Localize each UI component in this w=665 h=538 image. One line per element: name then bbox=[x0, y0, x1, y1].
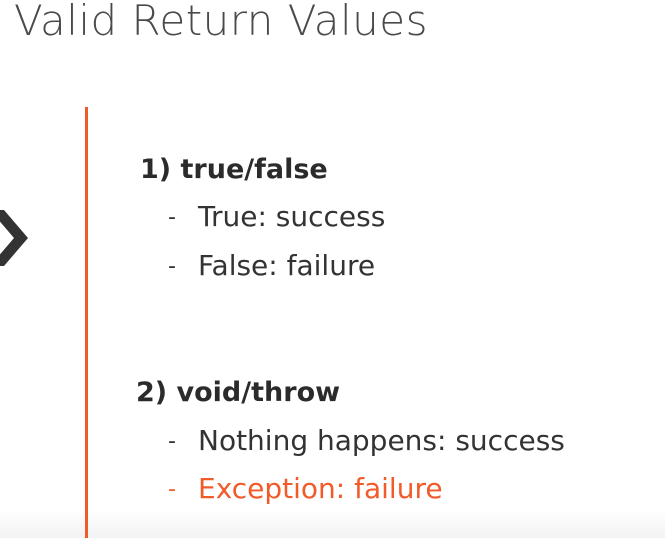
orange-divider bbox=[85, 107, 88, 538]
list-item: - False: failure bbox=[168, 249, 375, 282]
list-item-text: True: success bbox=[198, 200, 386, 233]
chevron-right-icon bbox=[0, 210, 28, 266]
section-heading-true-false: 1) true/false bbox=[140, 154, 328, 185]
list-item: - Nothing happens: success bbox=[168, 424, 565, 457]
bullet-dash: - bbox=[168, 254, 176, 279]
bullet-dash: - bbox=[168, 429, 176, 454]
list-item: - True: success bbox=[168, 200, 385, 233]
list-item-text: Exception: failure bbox=[198, 472, 443, 505]
slide: Valid Return Values 1) true/false - True:… bbox=[0, 0, 665, 538]
section-heading-void-throw: 2) void/throw bbox=[136, 377, 341, 408]
bullet-dash: - bbox=[168, 205, 176, 230]
list-item-highlighted: - Exception: failure bbox=[168, 472, 443, 505]
bullet-dash: - bbox=[168, 477, 176, 502]
slide-title: Valid Return Values bbox=[14, 0, 428, 45]
list-item-text: Nothing happens: success bbox=[198, 424, 565, 457]
list-item-text: False: failure bbox=[198, 249, 376, 282]
